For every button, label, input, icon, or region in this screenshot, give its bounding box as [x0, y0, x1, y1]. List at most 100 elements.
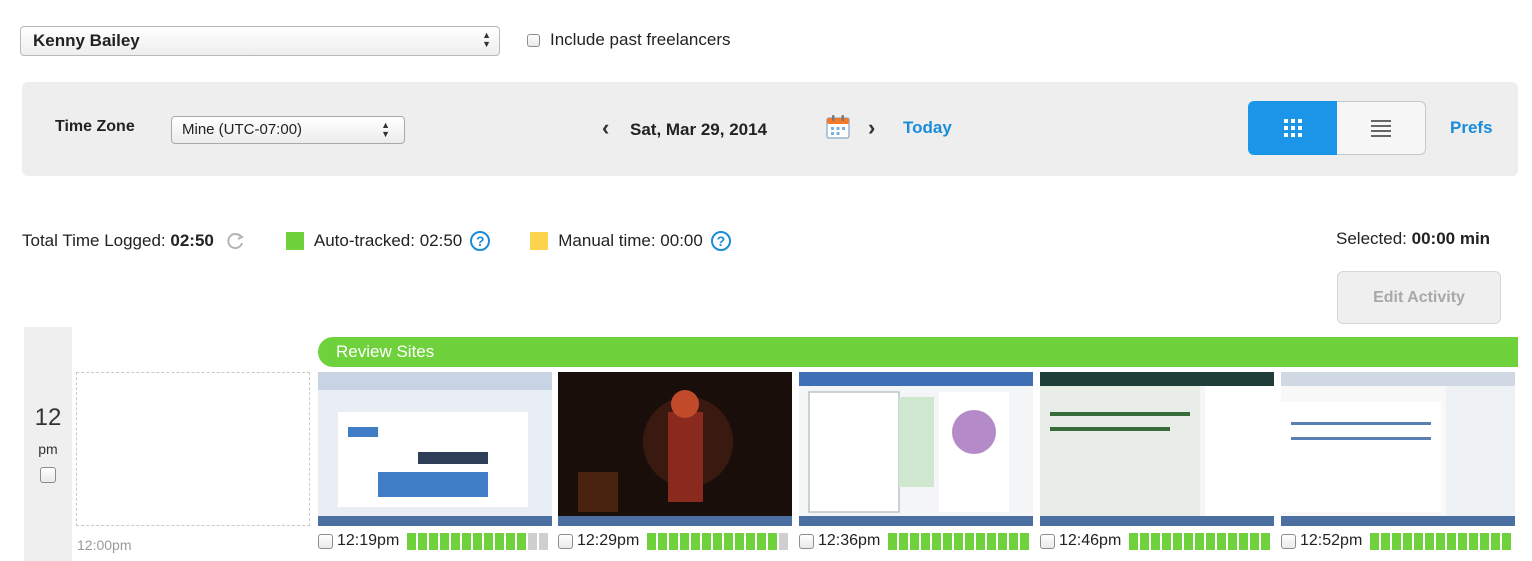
taskbar [1040, 516, 1274, 526]
activity-bar-active [932, 532, 942, 550]
manual-time-help-icon[interactable]: ? [710, 231, 731, 251]
activity-bar-active [506, 532, 516, 550]
memo-bar[interactable]: Review Sites [318, 337, 1518, 367]
selected-value: 00:00 min [1411, 229, 1491, 248]
activity-bar-active [888, 532, 898, 550]
screenshot-image [558, 372, 792, 526]
screenshot-meta: 12:36pm [799, 531, 1030, 551]
activity-bar-active [1206, 532, 1216, 550]
activity-bar-active [1447, 532, 1457, 550]
next-day-button[interactable]: › [868, 115, 875, 141]
grid-view-button[interactable] [1248, 101, 1337, 155]
include-past-freelancers[interactable]: Include past freelancers [527, 30, 731, 50]
activity-bar-active [1436, 532, 1446, 550]
screenshot-thumbnail[interactable] [1281, 372, 1515, 526]
taskbar [1281, 516, 1515, 526]
activity-bar-active [1370, 532, 1380, 550]
activity-bar-active [987, 532, 997, 550]
activity-bar-active [1217, 532, 1227, 550]
auto-tracked-label: Auto-tracked: 02:50 [313, 231, 463, 250]
edit-activity-button[interactable]: Edit Activity [1337, 271, 1501, 324]
activity-meter [647, 532, 789, 550]
screenshot-time: 12:36pm [818, 532, 881, 549]
freelancer-select-value: Kenny Bailey [33, 31, 140, 50]
manual-time-swatch [530, 232, 549, 250]
activity-bar-active [1381, 532, 1391, 550]
activity-bar-idle [539, 532, 549, 550]
today-link[interactable]: Today [903, 118, 952, 138]
timezone-select[interactable]: Mine (UTC-07:00) ▲ ▼ [171, 116, 405, 144]
activity-bar-active [429, 532, 439, 550]
total-time-value: 02:50 [170, 231, 214, 250]
activity-meter [1129, 532, 1271, 550]
activity-bar-active [1392, 532, 1402, 550]
screenshot-meta: 12:19pm [318, 531, 549, 551]
activity-bar-active [462, 532, 472, 550]
calendar-icon[interactable] [825, 114, 851, 140]
include-past-checkbox[interactable] [527, 33, 540, 47]
activity-bar-active [757, 532, 767, 550]
activity-bar-active [1250, 532, 1260, 550]
list-view-button[interactable] [1337, 101, 1426, 155]
screenshot-thumbnail[interactable] [558, 372, 792, 526]
freelancer-select[interactable]: Kenny Bailey ▲ ▼ [20, 26, 500, 56]
manual-time-label: Manual time: 00:00 [558, 231, 703, 250]
activity-bar-active [943, 532, 953, 550]
selected-time: Selected: 00:00 min [1336, 229, 1490, 249]
activity-bar-active [418, 532, 428, 550]
screenshot-checkbox[interactable] [799, 533, 814, 549]
taskbar [558, 516, 792, 526]
activity-bar-active [680, 532, 690, 550]
activity-bar-active [899, 532, 909, 550]
screenshot-thumbnail[interactable] [1040, 372, 1274, 526]
activity-bar-active [1151, 532, 1161, 550]
activity-bar-active [440, 532, 450, 550]
activity-bar-active [735, 532, 745, 550]
empty-slot-time: 12:00pm [77, 537, 132, 553]
auto-tracked-swatch [285, 232, 304, 250]
screenshot-checkbox[interactable] [558, 533, 573, 549]
refresh-icon[interactable] [224, 230, 246, 252]
screenshot-image [1281, 372, 1515, 526]
screenshot-image [318, 372, 552, 526]
screenshot-thumbnail[interactable] [318, 372, 552, 526]
activity-bar-active [407, 532, 417, 550]
screenshot-checkbox[interactable] [1040, 533, 1055, 549]
activity-meter [1370, 532, 1512, 550]
screenshot-time: 12:19pm [337, 532, 400, 549]
screenshot-meta: 12:29pm [558, 531, 789, 551]
previous-day-button[interactable]: ‹ [602, 115, 609, 141]
activity-bar-active [1020, 532, 1030, 550]
activity-bar-active [1502, 532, 1512, 550]
activity-bar-active [647, 532, 657, 550]
hour-label: 12 [34, 404, 62, 431]
screenshot-checkbox[interactable] [318, 533, 333, 549]
activity-meter [407, 532, 549, 550]
prefs-link[interactable]: Prefs [1450, 118, 1493, 138]
screenshot-time: 12:52pm [1300, 532, 1363, 549]
activity-bar-active [1140, 532, 1150, 550]
hour-ampm: pm [38, 441, 58, 457]
activity-bar-active [1403, 532, 1413, 550]
activity-bar-active [473, 532, 483, 550]
activity-bar-active [998, 532, 1008, 550]
screenshot-time: 12:29pm [577, 532, 640, 549]
hour-select-checkbox[interactable] [40, 467, 56, 483]
timezone-label: Time Zone [55, 118, 135, 135]
auto-tracked-help-icon[interactable]: ? [470, 231, 491, 251]
screenshot-meta: 12:52pm [1281, 531, 1512, 551]
taskbar [799, 516, 1033, 526]
screenshot-meta: 12:46pm [1040, 531, 1271, 551]
current-date: Sat, Mar 29, 2014 [630, 120, 768, 139]
timezone-select-value: Mine (UTC-07:00) [182, 121, 303, 138]
activity-bar-active [517, 532, 527, 550]
activity-bar-active [484, 532, 494, 550]
activity-bar-active [658, 532, 668, 550]
activity-bar-active [954, 532, 964, 550]
list-icon [1371, 120, 1391, 137]
screenshot-checkbox[interactable] [1281, 533, 1296, 549]
screenshot-thumbnail[interactable] [799, 372, 1033, 526]
activity-bar-active [976, 532, 986, 550]
activity-bar-active [451, 532, 461, 550]
time-stats: Total Time Logged: 02:50 Auto-tracked: 0… [22, 230, 731, 252]
